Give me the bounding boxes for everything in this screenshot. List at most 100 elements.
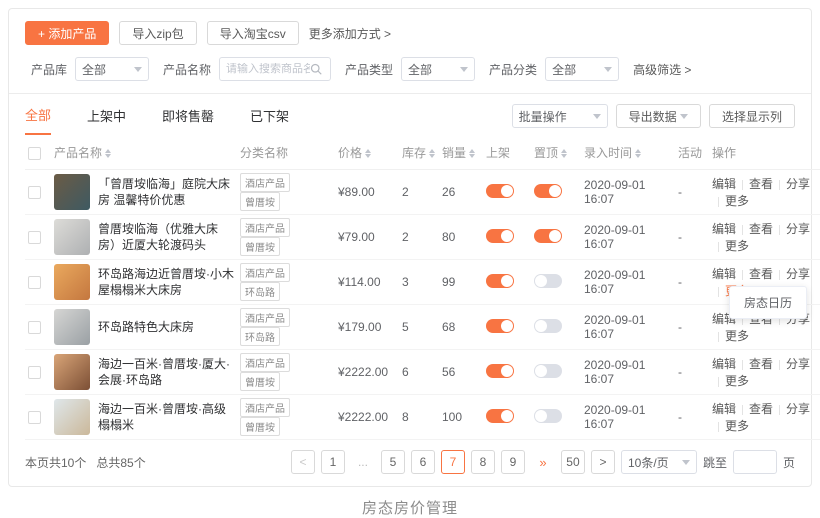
page-size-select[interactable]: 10条/页 [621,450,697,474]
page-button-50[interactable]: 50 [561,450,585,474]
product-name: 海边一百米·曾厝垵·厦大·会展·环岛路 [98,356,234,388]
more-link[interactable]: 更多 [725,194,749,208]
on-shelf-toggle[interactable] [486,319,514,333]
search-icon[interactable] [310,63,322,75]
row-checkbox[interactable] [28,411,41,424]
product-name-search [219,57,331,81]
column-header-category: 分类名称 [240,146,288,160]
share-link[interactable]: 分享 [786,267,810,281]
add-product-button[interactable]: + 添加产品 [25,21,109,45]
product-list-card: + 添加产品 导入zip包 导入淘宝csv 更多添加方式 > 产品库 全部 产品… [8,8,812,487]
entry-time-cell: 2020-09-01 16:07 [581,395,675,440]
next-page-button[interactable]: > [591,450,615,474]
on-shelf-toggle[interactable] [486,364,514,378]
column-header-pin[interactable]: 置顶 [534,146,558,160]
more-link[interactable]: 更多 [725,239,749,253]
import-taobao-csv-button[interactable]: 导入淘宝csv [207,21,299,45]
ellipsis: ... [351,450,375,474]
category-tag: 曾厝垵 [240,237,280,256]
on-shelf-toggle[interactable] [486,409,514,423]
on-shelf-toggle[interactable] [486,184,514,198]
share-link[interactable]: 分享 [786,357,810,371]
view-link[interactable]: 查看 [749,357,773,371]
column-header-sales[interactable]: 销量 [442,146,466,160]
page-button-1[interactable]: 1 [321,450,345,474]
page-button-9[interactable]: 9 [501,450,525,474]
tab-almost-soldout[interactable]: 即将售罄 [162,106,214,134]
page-button-7-current[interactable]: 7 [441,450,465,474]
select-all-checkbox[interactable] [28,147,41,160]
page-title: 房态房价管理 [0,497,820,518]
edit-link[interactable]: 编辑 [712,177,736,191]
category-tag: 曾厝垵 [240,372,280,391]
import-zip-button[interactable]: 导入zip包 [119,21,196,45]
view-link[interactable]: 查看 [749,267,773,281]
edit-link[interactable]: 编辑 [712,402,736,416]
pin-toggle[interactable] [534,229,562,243]
jump-forward-icon[interactable]: » [531,450,555,474]
tab-off-shelf[interactable]: 已下架 [250,106,289,134]
jump-to-label: 跳至 [703,454,727,471]
chevron-down-icon [604,67,612,72]
sort-icon[interactable] [429,149,435,158]
more-link[interactable]: 更多 [725,329,749,343]
pin-toggle[interactable] [534,274,562,288]
product-name: 环岛路海边近曾厝垵·小木屋榻榻米大床房 [98,266,234,298]
page-button-8[interactable]: 8 [471,450,495,474]
jump-to-page-input[interactable] [733,450,777,474]
pin-toggle[interactable] [534,319,562,333]
product-type-select[interactable]: 全部 [401,57,475,81]
export-data-button[interactable]: 导出数据 [616,104,701,128]
column-header-price[interactable]: 价格 [338,146,362,160]
share-link[interactable]: 分享 [786,402,810,416]
tab-all[interactable]: 全部 [25,105,51,135]
export-data-label: 导出数据 [629,108,677,125]
prev-page-button[interactable]: < [291,450,315,474]
sort-icon[interactable] [105,149,111,158]
search-input[interactable] [226,63,310,75]
page-button-5[interactable]: 5 [381,450,405,474]
on-shelf-toggle[interactable] [486,229,514,243]
share-link[interactable]: 分享 [786,177,810,191]
tab-on-shelf[interactable]: 上架中 [87,106,126,134]
column-header-stock[interactable]: 库存 [402,146,426,160]
table-row: 海边一百米·曾厝垵·高级榻榻米 酒店产品曾厝垵 ¥2222.00 8 100 2… [25,395,820,440]
product-category-label: 产品分类 [489,61,537,78]
edit-link[interactable]: 编辑 [712,222,736,236]
advanced-filter-link[interactable]: 高级筛选 > [633,61,691,78]
edit-link[interactable]: 编辑 [712,267,736,281]
batch-operation-select[interactable]: 批量操作 [512,104,608,128]
page-button-6[interactable]: 6 [411,450,435,474]
row-checkbox[interactable] [28,321,41,334]
pin-toggle[interactable] [534,184,562,198]
sort-icon[interactable] [365,149,371,158]
row-checkbox[interactable] [28,186,41,199]
edit-link[interactable]: 编辑 [712,357,736,371]
view-link[interactable]: 查看 [749,402,773,416]
sort-icon[interactable] [469,149,475,158]
view-link[interactable]: 查看 [749,222,773,236]
column-header-time[interactable]: 录入时间 [584,146,632,160]
column-header-name[interactable]: 产品名称 [54,146,102,160]
row-checkbox[interactable] [28,276,41,289]
chevron-down-icon [460,67,468,72]
on-shelf-toggle[interactable] [486,274,514,288]
more-add-methods-link[interactable]: 更多添加方式 > [309,25,391,42]
more-link[interactable]: 更多 [725,419,749,433]
view-link[interactable]: 查看 [749,177,773,191]
product-category-select[interactable]: 全部 [545,57,619,81]
row-checkbox[interactable] [28,366,41,379]
more-link[interactable]: 更多 [725,374,749,388]
room-status-calendar-menu-item[interactable]: 房态日历 [729,286,807,319]
category-tag: 酒店产品 [240,398,290,417]
row-checkbox[interactable] [28,231,41,244]
pin-toggle[interactable] [534,409,562,423]
product-name: 海边一百米·曾厝垵·高级榻榻米 [98,401,234,433]
entry-time-cell: 2020-09-01 16:07 [581,215,675,260]
share-link[interactable]: 分享 [786,222,810,236]
sort-icon[interactable] [561,149,567,158]
sort-icon[interactable] [635,149,641,158]
choose-columns-button[interactable]: 选择显示列 [709,104,795,128]
product-library-select[interactable]: 全部 [75,57,149,81]
pin-toggle[interactable] [534,364,562,378]
